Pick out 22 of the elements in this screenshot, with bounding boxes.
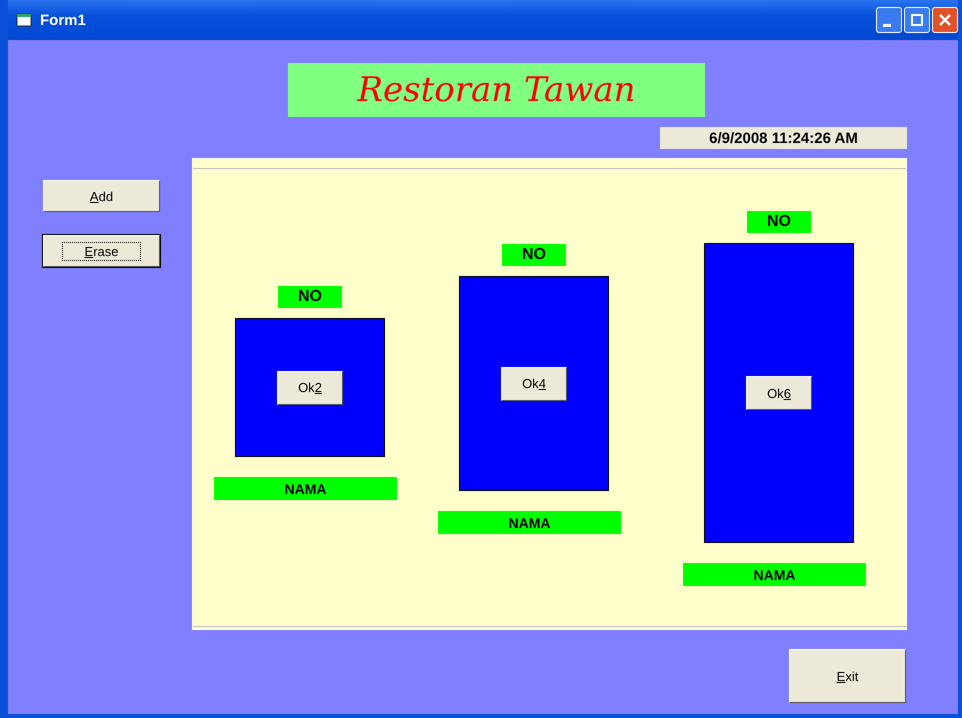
side-button[interactable]: Erase [43, 235, 160, 267]
table-status: NO [278, 286, 342, 308]
table-ok-button[interactable]: Ok2 [277, 370, 343, 404]
form-icon [16, 13, 32, 27]
maximize-icon [911, 14, 923, 26]
minimize-button[interactable] [876, 7, 902, 33]
table-ok-button[interactable]: Ok4 [501, 366, 567, 400]
restaurant-title: Restoran Tawan [288, 63, 705, 117]
close-icon [939, 14, 951, 26]
close-button[interactable] [932, 7, 958, 33]
table-name: NAMA [683, 563, 866, 586]
table-name: NAMA [214, 477, 397, 500]
minimize-icon [883, 24, 891, 26]
table-status: NO [502, 244, 566, 266]
table-name: NAMA [438, 511, 621, 534]
table-ok-button[interactable]: Ok6 [746, 376, 812, 410]
window-title: Form1 [40, 12, 86, 28]
datetime-label: 6/9/2008 11:24:26 AM [660, 127, 907, 149]
side-button[interactable]: Add [43, 180, 160, 212]
table-status: NO [747, 211, 811, 233]
maximize-button[interactable] [904, 7, 930, 33]
exit-button[interactable]: Exit [789, 649, 906, 703]
